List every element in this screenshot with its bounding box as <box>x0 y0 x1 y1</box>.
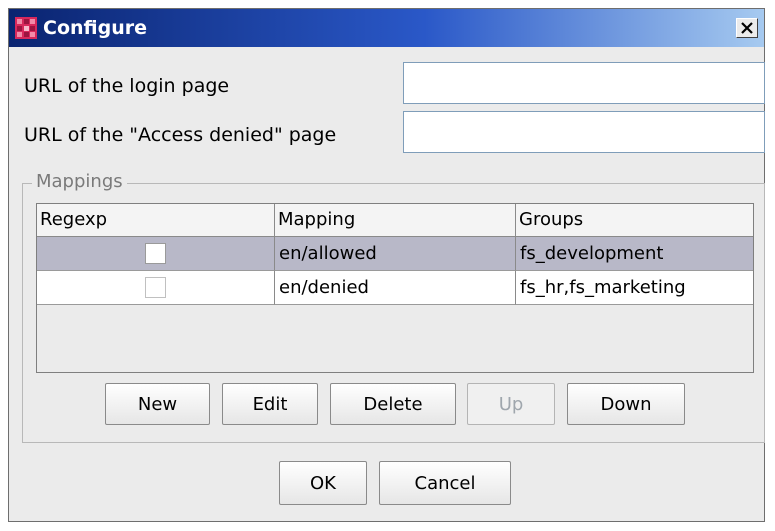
table-row[interactable]: en/denied fs_hr,fs_marketing <box>37 271 753 305</box>
mapping-cell: en/allowed <box>275 237 516 271</box>
delete-button[interactable]: Delete <box>330 383 456 425</box>
groups-cell: fs_hr,fs_marketing <box>516 271 753 305</box>
column-header-groups[interactable]: Groups <box>516 204 753 237</box>
edit-button[interactable]: Edit <box>222 383 318 425</box>
close-icon <box>741 22 753 34</box>
column-header-mapping[interactable]: Mapping <box>275 204 516 237</box>
regexp-cell <box>37 237 275 271</box>
cancel-button[interactable]: Cancel <box>379 461 511 505</box>
mappings-table: Regexp Mapping Groups en/allowed fs_deve… <box>36 203 754 373</box>
up-button: Up <box>467 383 555 425</box>
title-bar[interactable]: Configure <box>9 9 764 47</box>
access-denied-url-label: URL of the "Access denied" page <box>24 124 337 146</box>
access-denied-url-field[interactable] <box>403 111 765 153</box>
table-row[interactable]: en/allowed fs_development <box>37 237 753 271</box>
login-url-label: URL of the login page <box>24 75 230 97</box>
regexp-checkbox[interactable] <box>145 243 166 264</box>
login-url-field[interactable] <box>403 62 765 104</box>
close-button[interactable] <box>736 18 758 38</box>
window-title: Configure <box>43 17 147 39</box>
ok-button[interactable]: OK <box>279 461 367 505</box>
new-button[interactable]: New <box>105 383 210 425</box>
groups-cell: fs_development <box>516 237 753 271</box>
mappings-legend: Mappings <box>32 170 127 194</box>
down-button[interactable]: Down <box>567 383 685 425</box>
app-grid-icon <box>15 17 37 39</box>
mapping-cell: en/denied <box>275 271 516 305</box>
regexp-cell <box>37 271 275 305</box>
regexp-checkbox[interactable] <box>145 277 166 298</box>
column-header-regexp[interactable]: Regexp <box>37 204 275 237</box>
table-header: Regexp Mapping Groups <box>37 204 753 237</box>
